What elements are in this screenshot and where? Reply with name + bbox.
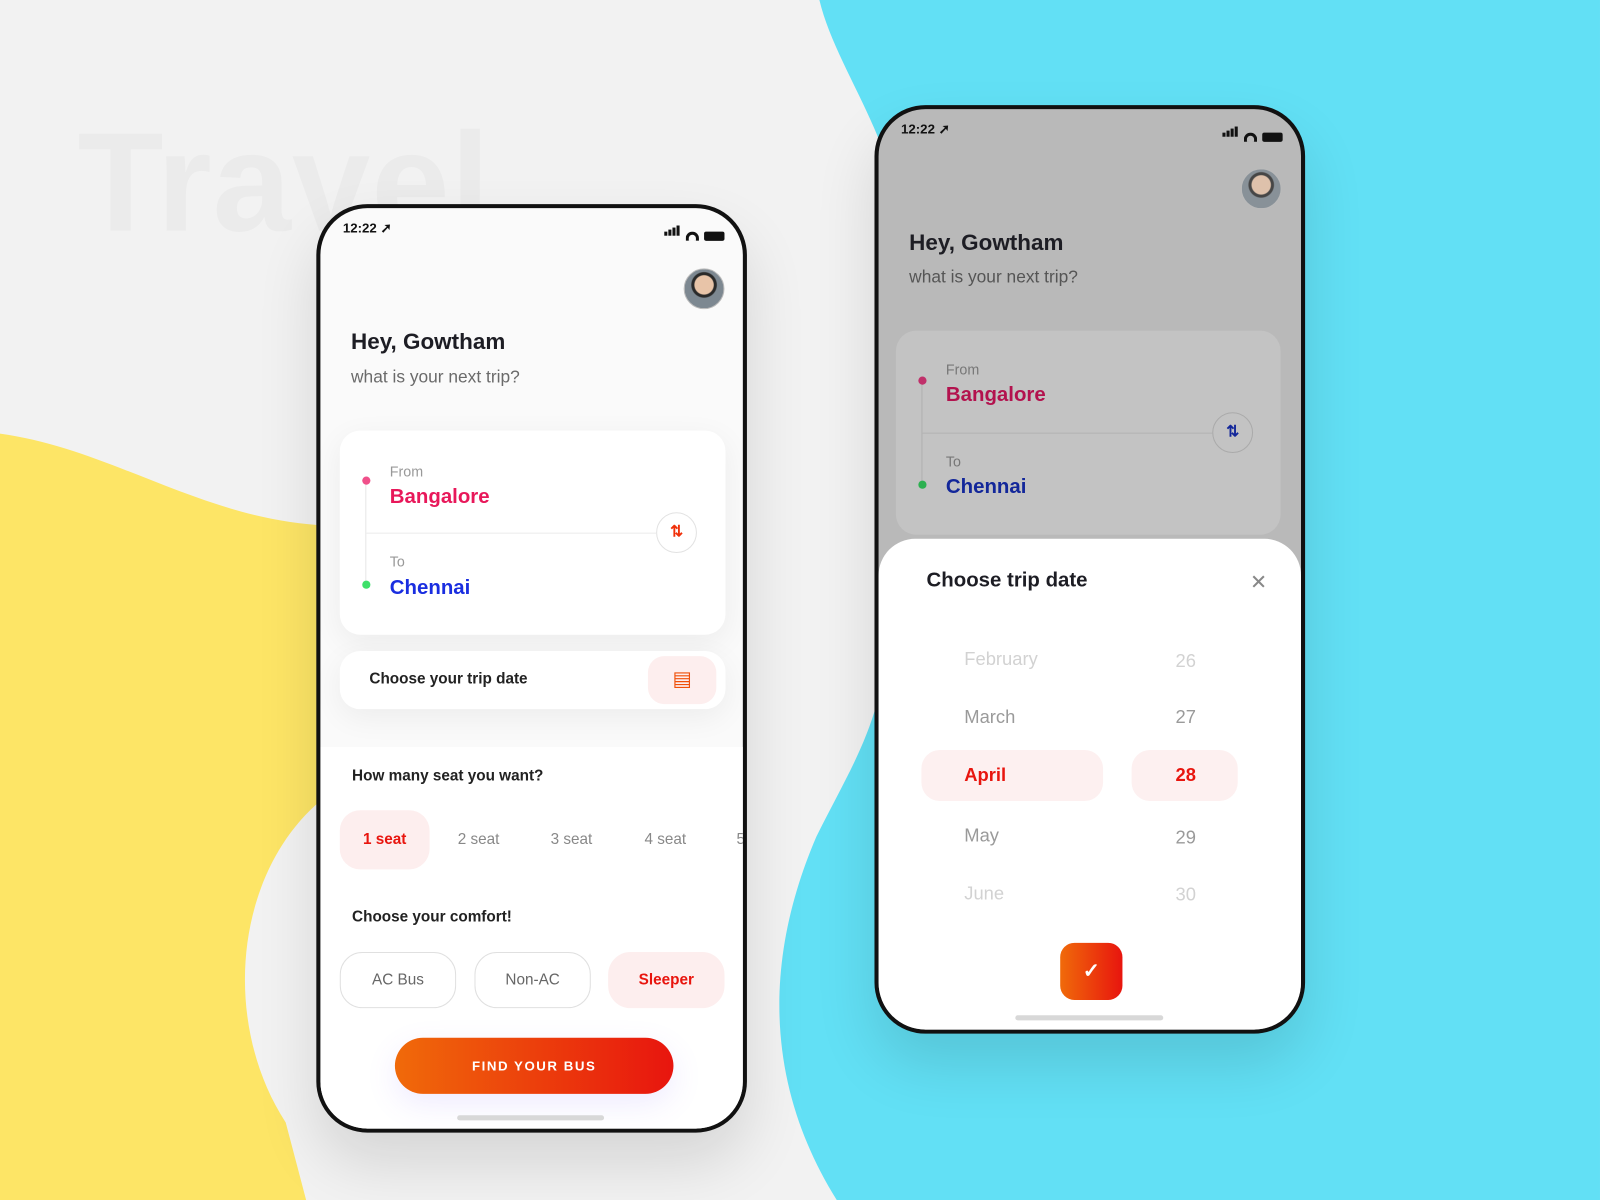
route-card: From Bangalore ⇅ To Chennai <box>895 330 1281 535</box>
time: 12:22 <box>342 220 377 236</box>
date-picker-phone: 12:22 ➚ Hey, Gowtham what is your next t… <box>874 105 1306 1034</box>
battery-icon <box>704 231 725 241</box>
status-icons <box>664 222 725 241</box>
avatar[interactable] <box>683 268 725 310</box>
from-label: From <box>389 463 424 480</box>
from-label: From <box>945 361 980 378</box>
from-dot <box>362 476 371 485</box>
month-option-selected[interactable]: April <box>964 765 1006 786</box>
status-time: 12:22 ➚ <box>343 220 392 236</box>
to-label: To <box>389 553 405 570</box>
avatar <box>1240 168 1282 210</box>
status-icons <box>1222 123 1283 142</box>
home-screen-phone: 12:22 ➚ Hey, Gowtham what is your next t… <box>316 204 747 1133</box>
signal-icon <box>664 222 680 240</box>
day-option[interactable]: 27 <box>1164 707 1207 728</box>
time: 12:22 <box>901 121 935 137</box>
battery-icon <box>1262 132 1283 142</box>
day-option[interactable]: 30 <box>1164 884 1207 905</box>
seat-option-3[interactable]: 3 seat <box>536 810 607 869</box>
seat-option-2[interactable]: 2 seat <box>443 810 514 869</box>
location-arrow-icon: ➚ <box>380 220 392 236</box>
selected-month-highlight <box>921 749 1104 802</box>
date-picker-sheet: Choose trip date ✕ February March April … <box>878 538 1302 1030</box>
to-dot <box>918 480 927 489</box>
close-icon[interactable]: ✕ <box>1250 569 1267 595</box>
greeting: Hey, Gowtham <box>909 229 1064 256</box>
divider <box>366 532 657 534</box>
signal-icon <box>1222 123 1238 141</box>
month-option[interactable]: May <box>964 825 999 846</box>
comfort-title: Choose your comfort! <box>352 908 512 926</box>
swap-arrows-icon: ⇅ <box>1212 412 1254 454</box>
month-option[interactable]: February <box>964 648 1038 669</box>
from-dot <box>918 376 927 385</box>
day-option[interactable]: 26 <box>1164 651 1207 672</box>
to-dot <box>362 580 371 589</box>
day-option[interactable]: 29 <box>1164 827 1207 848</box>
comfort-sleeper[interactable]: Sleeper <box>608 952 725 1009</box>
sheet-title: Choose trip date <box>926 569 1088 592</box>
to-city: Chennai <box>945 475 1027 498</box>
trip-date-label: Choose your trip date <box>369 670 528 688</box>
greeting: Hey, Gowtham <box>351 328 506 355</box>
wifi-icon <box>685 231 699 241</box>
from-city: Bangalore <box>945 383 1046 407</box>
from-city[interactable]: Bangalore <box>390 486 490 509</box>
seat-option-4[interactable]: 4 seat <box>630 810 701 869</box>
home-indicator <box>457 1115 605 1121</box>
comfort-non-ac[interactable]: Non-AC <box>474 952 591 1009</box>
calendar-icon[interactable]: ▤ <box>647 656 717 705</box>
subtitle: what is your next trip? <box>909 267 1078 287</box>
trip-date-field[interactable]: Choose your trip date ▤ <box>339 651 726 710</box>
swap-arrows-icon[interactable]: ⇅ <box>656 512 697 554</box>
to-city[interactable]: Chennai <box>390 577 471 600</box>
wifi-icon <box>1243 132 1258 142</box>
comfort-ac-bus[interactable]: AC Bus <box>339 952 457 1009</box>
check-icon[interactable]: ✓ <box>1060 942 1123 1000</box>
divider <box>922 432 1213 434</box>
yellow-blob <box>0 433 327 1200</box>
to-label: To <box>945 453 962 470</box>
month-option[interactable]: June <box>964 883 1004 904</box>
route-card: From Bangalore ⇅ To Chennai <box>339 430 726 635</box>
day-option-selected[interactable]: 28 <box>1164 765 1207 786</box>
location-arrow-icon: ➚ <box>938 121 950 137</box>
month-option[interactable]: March <box>964 707 1015 728</box>
seat-option-1[interactable]: 1 seat <box>339 810 430 870</box>
home-indicator <box>1015 1015 1164 1021</box>
seat-option-5[interactable]: 5 <box>731 810 743 869</box>
subtitle: what is your next trip? <box>351 367 520 387</box>
seats-title: How many seat you want? <box>352 767 544 785</box>
find-bus-button[interactable]: FIND YOUR BUS <box>394 1037 674 1094</box>
status-time: 12:22 ➚ <box>901 121 950 137</box>
